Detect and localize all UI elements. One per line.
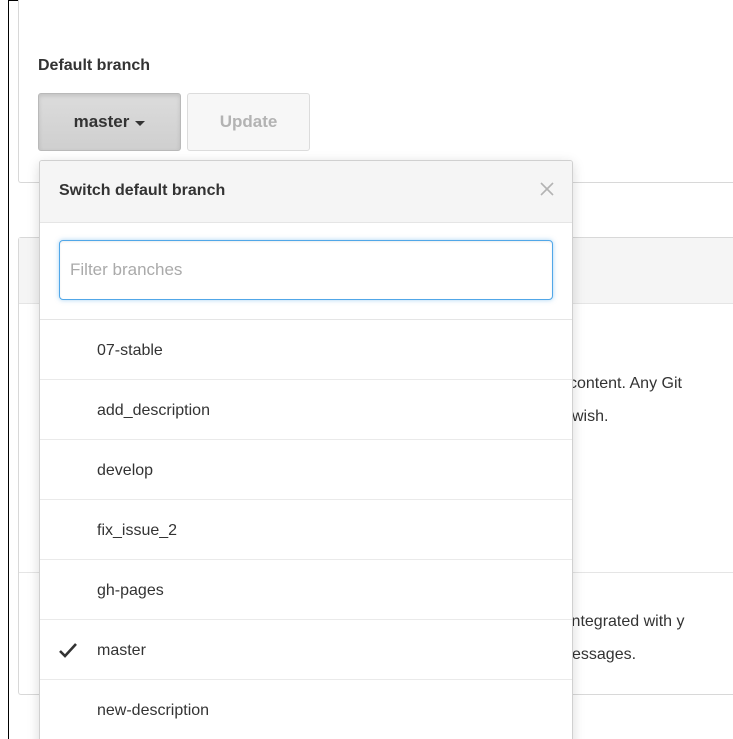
close-icon[interactable] xyxy=(536,178,558,200)
settings-page: Default branch master Update content. An… xyxy=(0,0,733,739)
branch-name: 07-stable xyxy=(97,342,163,359)
branch-item[interactable]: fix_issue_2 xyxy=(40,500,572,560)
switch-branch-dropdown: Switch default branch 07-stable add_desc… xyxy=(39,160,573,739)
background-text-line: wish. xyxy=(572,408,609,425)
branch-item[interactable]: gh-pages xyxy=(40,560,572,620)
branch-item[interactable]: develop xyxy=(40,440,572,500)
branch-name: new-description xyxy=(97,702,210,719)
background-text-line: content. Any Git xyxy=(569,375,682,392)
background-text-line: essages. xyxy=(572,646,637,663)
branch-name: fix_issue_2 xyxy=(97,522,178,539)
dropdown-header: Switch default branch xyxy=(40,161,572,223)
default-branch-panel xyxy=(18,0,733,183)
branch-select-button[interactable]: master xyxy=(38,93,181,151)
branch-item-selected[interactable]: master xyxy=(40,620,572,680)
default-branch-label: Default branch xyxy=(38,57,151,74)
update-button[interactable]: Update xyxy=(187,93,310,151)
filter-branches-input[interactable] xyxy=(59,240,553,300)
branch-item[interactable]: 07-stable xyxy=(40,320,572,380)
background-text-line: integrated with y xyxy=(568,613,685,630)
branch-name: gh-pages xyxy=(97,582,164,599)
branch-select-label: master xyxy=(73,112,130,131)
branch-item[interactable]: new-description xyxy=(40,680,572,739)
dropdown-title: Switch default branch xyxy=(59,182,226,199)
branch-name: master xyxy=(97,642,146,659)
checkmark-icon xyxy=(59,643,77,658)
frame-left-border xyxy=(8,0,9,739)
filter-container xyxy=(40,223,572,320)
branch-name: develop xyxy=(97,462,154,479)
branch-list: 07-stable add_description develop fix_is… xyxy=(40,320,572,739)
branch-name: add_description xyxy=(97,402,210,419)
branch-item[interactable]: add_description xyxy=(40,380,572,440)
caret-down-icon xyxy=(135,120,146,126)
